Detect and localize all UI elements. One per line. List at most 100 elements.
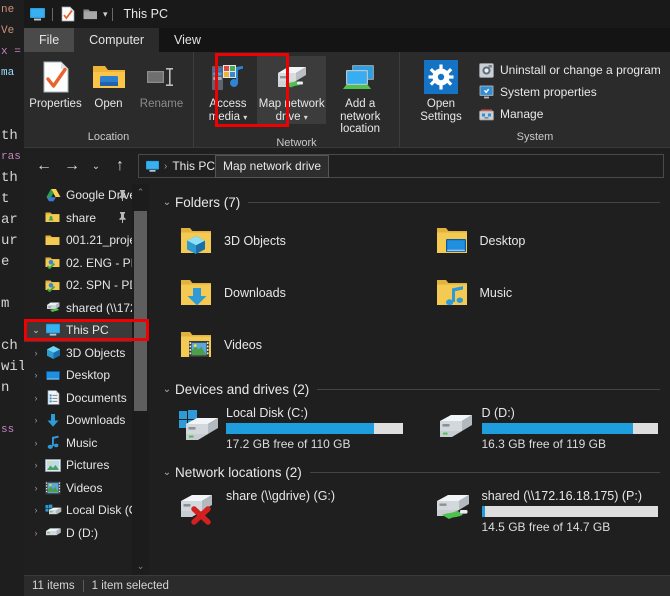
capacity-bar [226,423,403,434]
manage-item[interactable]: Manage [476,103,661,125]
sidebar-item-desktop[interactable]: › Desktop [24,364,132,387]
chevron-down-icon[interactable]: ▾ [103,9,108,20]
breadcrumb-item-this-pc[interactable]: This PC [169,159,218,173]
code-line: ne [1,4,15,16]
ribbon-group-label-location: Location [87,131,130,143]
ribbon-group-network: Access media ▾ Map network drive ▾ Add a… [194,52,400,149]
properties-button[interactable]: Properties [29,56,82,111]
section-header-devices[interactable]: ⌄ Devices and drives (2) [159,376,670,402]
pin-icon[interactable] [118,189,127,201]
sidebar-item-music[interactable]: › Music [24,432,132,455]
sidebar-item-d-drive[interactable]: › D (D:) [24,522,132,545]
sidebar-item-label: Local Disk (C:) [66,503,132,518]
drive-item-local-disk-c[interactable]: Local Disk (C:) 17.2 GB free of 110 GB [159,402,415,454]
expander[interactable]: › [29,528,43,538]
sidebar-item-3d-objects[interactable]: › 3D Objects [24,342,132,365]
breadcrumb-separator[interactable]: › [162,161,169,172]
expander[interactable]: › [29,460,43,470]
navigation-tree: Google Drive share 001.21_proj 02. ENG -… [24,184,132,575]
properties-icon[interactable] [57,3,79,25]
open-label: Open [94,98,123,110]
access-media-button[interactable]: Access media ▾ [199,56,257,124]
drive-name: share (\\gdrive) (G:) [226,489,336,503]
open-settings-label: Open Settings [420,98,462,123]
tab-view[interactable]: View [159,28,216,52]
sidebar-scrollbar[interactable]: ⌃ ⌄ [132,184,149,575]
sidebar-item-documents[interactable]: › Documents [24,387,132,410]
sidebar-item-shared-network[interactable]: shared (\\172.16 [24,297,132,320]
sidebar-item-02-eng-pdfs[interactable]: 02. ENG - PDFs [24,252,132,275]
chevron-down-icon[interactable]: ⌄ [159,384,175,395]
rename-button[interactable]: Rename [135,56,188,111]
sidebar-item-label: 3D Objects [66,345,126,360]
section-header-folders[interactable]: ⌄ Folders (7) [159,189,670,215]
network-item-shared-172[interactable]: shared (\\172.16.18.175) (P:) 14.5 GB fr… [415,485,670,537]
drive-name: D (D:) [481,406,515,420]
folder-item-3d-objects[interactable]: 3D Objects [159,215,415,267]
this-pc-icon[interactable] [143,160,162,173]
folder-icon[interactable] [79,3,101,25]
3d-objects-icon [43,345,63,361]
rename-label: Rename [139,98,184,110]
expander[interactable]: › [29,348,43,358]
folder-item-music[interactable]: Music [415,267,670,319]
system-properties-item[interactable]: System properties [476,81,661,103]
drive-item-d[interactable]: D (D:) 16.3 GB free of 119 GB [415,402,670,454]
settings-gear-icon [424,60,458,94]
chevron-down-icon[interactable]: ⌄ [159,197,175,208]
drive-info: Local Disk (C:) 17.2 GB free of 110 GB [226,405,415,451]
system-properties-label: System properties [500,85,597,99]
chevron-down-icon[interactable]: ⌄ [159,467,175,478]
sidebar-item-local-disk-c[interactable]: › Local Disk (C:) [24,499,133,522]
tab-file[interactable]: File [24,28,75,52]
expander[interactable]: › [29,483,43,493]
this-pc-icon[interactable] [26,3,48,25]
open-button[interactable]: Open [82,56,135,111]
sidebar-item-001-21-projects[interactable]: 001.21_projects [24,229,132,252]
sidebar-item-videos[interactable]: › Videos [24,477,132,500]
section-header-network-locations[interactable]: ⌄ Network locations (2) [159,459,670,485]
folder-item-videos[interactable]: Videos [159,319,415,371]
sidebar-item-google-drive[interactable]: Google Drive [24,184,132,207]
scroll-down-arrow[interactable]: ⌄ [132,558,149,575]
scroll-up-arrow[interactable]: ⌃ [132,184,149,201]
folder-item-downloads[interactable]: Downloads [159,267,415,319]
google-drive-icon [43,187,63,203]
expander[interactable]: › [29,415,43,425]
sidebar-item-this-pc[interactable]: ⌄ This PC [24,319,132,342]
uninstall-program-item[interactable]: Uninstall or change a program [476,59,661,81]
network-item-share-gdrive[interactable]: share (\\gdrive) (G:) [159,485,415,537]
open-settings-button[interactable]: Open Settings [410,56,472,123]
up-button[interactable]: ↑ [106,152,134,180]
sidebar-item-label: This PC [66,323,109,338]
sidebar-item-pictures[interactable]: › Pictures [24,454,132,477]
pin-icon[interactable] [118,212,127,224]
code-line: wil [1,359,24,375]
recent-locations-button[interactable]: ⌄ [86,152,106,180]
map-network-drive-icon [272,60,312,94]
expander[interactable]: › [29,438,43,448]
expander[interactable]: ⌄ [29,325,43,336]
capacity-fill [226,423,375,434]
folder-item-desktop[interactable]: Desktop [415,215,670,267]
map-network-drive-button[interactable]: Map network drive ▾ [256,56,327,125]
chevron-down-icon[interactable]: ▾ [304,112,308,125]
expander[interactable]: › [29,370,43,380]
scrollbar-thumb[interactable] [134,211,147,411]
back-button[interactable]: ← [30,152,58,180]
add-network-location-button[interactable]: Add a network location [326,56,394,136]
pictures-icon [43,457,63,473]
tab-computer[interactable]: Computer [74,28,160,52]
expander[interactable]: › [29,393,43,403]
sidebar-item-02-spn-pdfs[interactable]: 02. SPN - PDFs [24,274,132,297]
sidebar-item-label: Documents [66,390,127,405]
sidebar-item-share[interactable]: share [24,207,132,230]
expander[interactable]: › [29,505,43,515]
divider [82,580,84,592]
sidebar-item-downloads[interactable]: › Downloads [24,409,132,432]
chevron-down-icon[interactable]: ▾ [243,112,247,125]
forward-button[interactable]: → [58,152,86,180]
